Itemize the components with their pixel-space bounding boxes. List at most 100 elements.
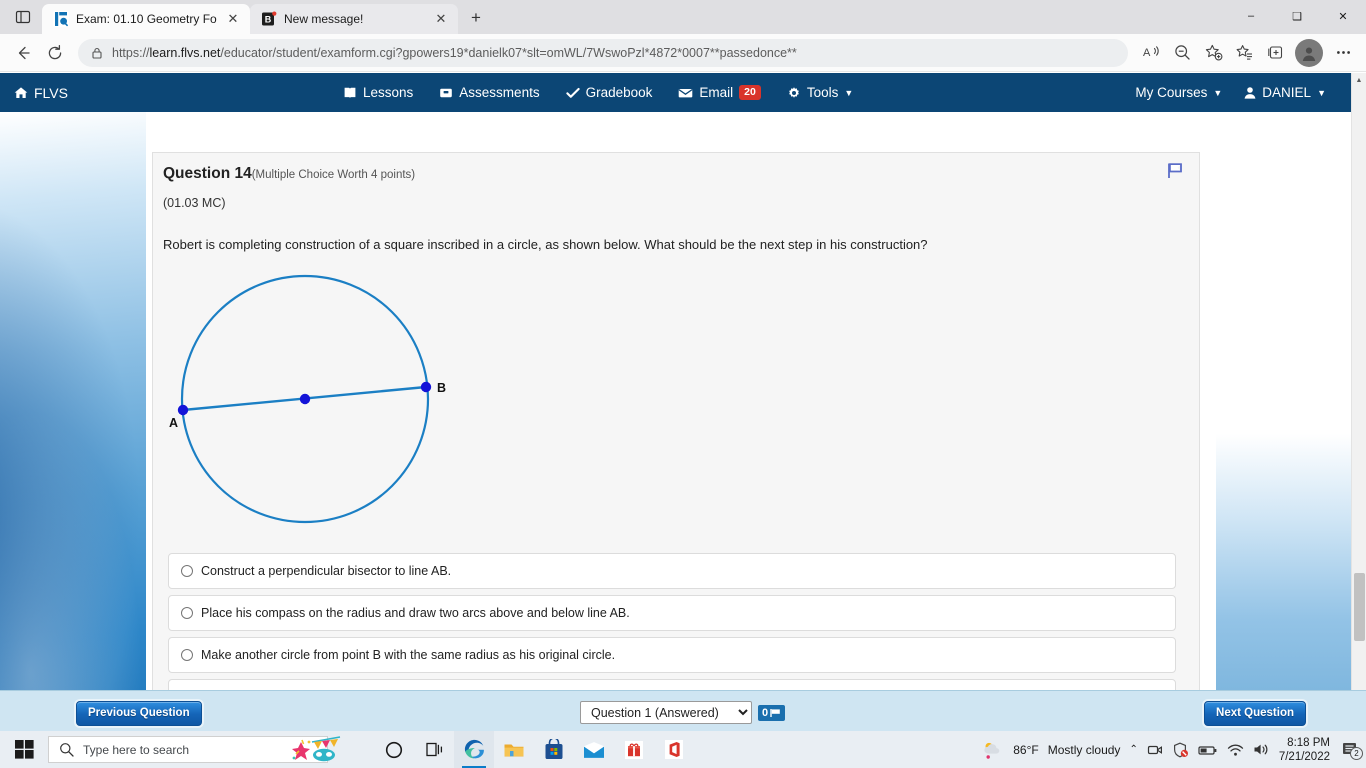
close-icon[interactable]: ✕	[224, 10, 242, 28]
search-input[interactable]: Type here to search	[48, 736, 341, 763]
profile-avatar-icon[interactable]	[1295, 38, 1323, 67]
flvs-brand-label: FLVS	[34, 84, 68, 101]
answer-option-label: Make another circle from point B with th…	[201, 648, 616, 662]
gift-rewards-icon[interactable]	[614, 731, 654, 768]
maximize-button[interactable]: ❑	[1274, 0, 1320, 32]
new-tab-button[interactable]: +	[462, 4, 490, 32]
scrollbar-thumb[interactable]	[1354, 573, 1365, 641]
antivirus-alert-icon[interactable]	[1172, 742, 1189, 758]
task-view-panes-icon[interactable]	[414, 731, 454, 768]
svg-text:B: B	[265, 15, 272, 25]
office-icon[interactable]	[654, 731, 694, 768]
mail-app-icon: B	[261, 11, 277, 27]
answer-option[interactable]: Place his compass on the radius and draw…	[168, 595, 1176, 631]
flag-icon	[770, 708, 781, 718]
answer-radio[interactable]	[181, 607, 193, 619]
previous-question-button[interactable]: Previous Question	[76, 701, 202, 726]
tab-actions-icon[interactable]	[4, 2, 42, 32]
question-title: Question 14	[163, 165, 252, 182]
tab-strip: Exam: 01.10 Geometry Foundatic ✕ B New m…	[0, 0, 1366, 34]
weather-condition[interactable]: Mostly cloudy	[1048, 743, 1121, 757]
mail-icon[interactable]	[574, 731, 614, 768]
windows-taskbar: Type here to search 86°F Mostly cloudy ⌃…	[0, 731, 1366, 768]
flvs-brand-link[interactable]: FLVS	[14, 85, 68, 101]
browser-tab-active[interactable]: Exam: 01.10 Geometry Foundatic ✕	[42, 4, 250, 34]
nav-center-items: Lessons Assessments Gradebook Email 20 T…	[343, 85, 853, 100]
wifi-icon[interactable]	[1227, 743, 1244, 757]
flvs-icon	[53, 11, 69, 27]
back-arrow-icon[interactable]	[8, 39, 38, 67]
scroll-up-arrow[interactable]: ▲	[1352, 73, 1366, 88]
question-prompt: Robert is completing construction of a s…	[163, 237, 928, 252]
flag-question-icon[interactable]	[1165, 161, 1187, 181]
read-aloud-icon[interactable]: A	[1136, 39, 1166, 67]
answer-radio[interactable]	[181, 649, 193, 661]
close-window-button[interactable]: ✕	[1320, 0, 1366, 32]
address-bar[interactable]: https://learn.flvs.net/educator/student/…	[78, 38, 1128, 67]
notification-count: 2	[1350, 747, 1363, 760]
notifications-icon[interactable]: 2	[1341, 741, 1363, 760]
nav-item-lessons[interactable]: Lessons	[343, 85, 413, 100]
question-code: (01.03 MC)	[163, 196, 226, 210]
search-icon	[59, 742, 74, 757]
chevron-down-icon: ▼	[1317, 87, 1326, 98]
nav-item-user-menu[interactable]: DANIEL ▼	[1244, 85, 1326, 100]
question-meta: (Multiple Choice Worth 4 points)	[251, 169, 416, 181]
page-scrollbar[interactable]: ▲ ▼	[1351, 73, 1366, 731]
browser-toolbar: https://learn.flvs.net/educator/student/…	[0, 34, 1366, 72]
nav-item-tools[interactable]: Tools ▼	[787, 85, 853, 100]
point-a-label: A	[169, 416, 178, 430]
microsoft-store-icon[interactable]	[534, 731, 574, 768]
task-view-icon[interactable]	[289, 735, 359, 768]
partly-sunny-rain-icon	[982, 740, 1004, 760]
flagged-count: 0	[762, 706, 769, 719]
cortana-circle-icon[interactable]	[374, 731, 414, 768]
toolbar-right-icons: A	[1136, 38, 1358, 67]
home-icon	[14, 86, 28, 100]
nav-item-my-courses[interactable]: My Courses ▼	[1135, 85, 1222, 100]
microsoft-edge-icon[interactable]	[454, 731, 494, 768]
nav-label: DANIEL	[1262, 85, 1312, 100]
flvs-site-nav: FLVS Lessons Assessments Gradebook Email…	[0, 73, 1366, 112]
exam-navigation-bar: Previous Question Question 1 (Answered) …	[0, 690, 1366, 731]
nav-label: Tools	[806, 85, 839, 100]
taskbar-clock[interactable]: 8:18 PM 7/21/2022	[1279, 736, 1330, 764]
point-b-label: B	[437, 381, 446, 395]
nav-item-assessments[interactable]: Assessments	[439, 85, 540, 100]
nav-label: Gradebook	[585, 85, 653, 100]
minimize-button[interactable]: –	[1228, 0, 1274, 32]
tab-title: Exam: 01.10 Geometry Foundatic	[76, 12, 217, 26]
add-favorite-icon[interactable]	[1198, 39, 1228, 67]
question-selector[interactable]: Question 1 (Answered)	[580, 701, 752, 724]
gear-icon	[787, 86, 801, 100]
system-tray: 86°F Mostly cloudy ⌃ 8:18 PM 7/21/2022 2	[982, 736, 1366, 764]
flagged-count-badge[interactable]: 0	[758, 704, 786, 721]
question-header: Question 14 (Multiple Choice Worth 4 poi…	[163, 165, 1181, 183]
nav-label: Email	[699, 85, 734, 100]
meet-now-icon[interactable]	[1147, 742, 1163, 758]
battery-icon[interactable]	[1198, 743, 1218, 757]
answer-option[interactable]: Construct a perpendicular bisector to li…	[168, 553, 1176, 589]
circle-diagram: A B	[169, 264, 1181, 539]
collections-icon[interactable]	[1260, 39, 1290, 67]
answer-radio[interactable]	[181, 565, 193, 577]
email-unread-badge: 20	[739, 85, 761, 100]
favorites-icon[interactable]	[1229, 39, 1259, 67]
svg-text:A: A	[1143, 47, 1151, 59]
show-hidden-icons-chevron[interactable]: ⌃	[1129, 744, 1137, 755]
zoom-out-icon[interactable]	[1167, 39, 1197, 67]
clock-time: 8:18 PM	[1287, 736, 1330, 749]
file-explorer-icon[interactable]	[494, 731, 534, 768]
close-icon[interactable]: ✕	[432, 10, 450, 28]
refresh-icon[interactable]	[40, 39, 70, 67]
next-question-button[interactable]: Next Question	[1204, 701, 1306, 726]
nav-right-items: My Courses ▼ DANIEL ▼	[1135, 85, 1326, 100]
nav-item-gradebook[interactable]: Gradebook	[565, 85, 653, 100]
weather-temperature[interactable]: 86°F	[1013, 743, 1038, 757]
nav-item-email[interactable]: Email 20	[678, 85, 761, 100]
volume-icon[interactable]	[1253, 742, 1270, 757]
answer-option[interactable]: Make another circle from point B with th…	[168, 637, 1176, 673]
browser-tab-inactive[interactable]: B New message! ✕	[250, 4, 458, 34]
windows-start-icon[interactable]	[0, 731, 48, 768]
settings-more-icon[interactable]	[1328, 39, 1358, 67]
